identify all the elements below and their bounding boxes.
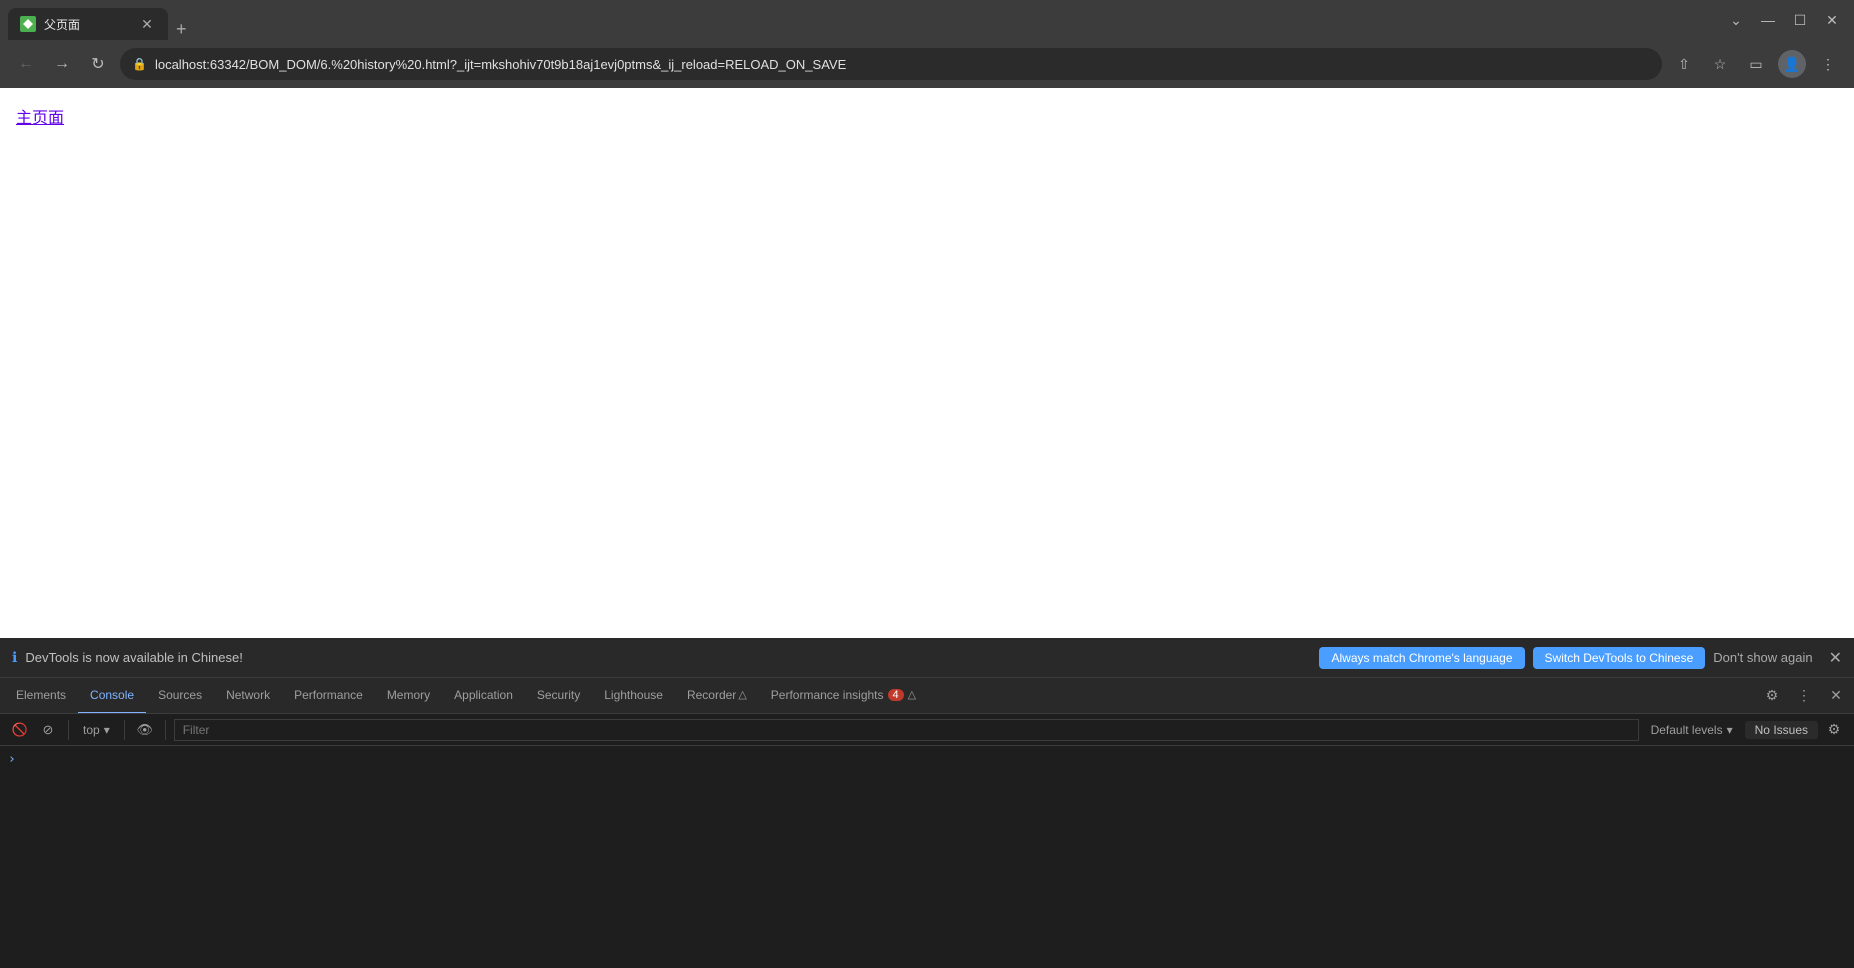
new-tab-button[interactable]: + — [168, 19, 195, 40]
prompt-arrow-icon: › — [8, 752, 16, 767]
lock-icon: 🔒 — [132, 57, 147, 71]
devtools-more-button[interactable]: ⋮ — [1790, 682, 1818, 710]
tab-performance[interactable]: Performance — [282, 678, 375, 714]
sidebar-button[interactable]: ▭ — [1742, 50, 1770, 78]
window-controls: ⌄ — ☐ ✕ — [1722, 6, 1846, 34]
close-button[interactable]: ✕ — [1818, 6, 1846, 34]
tab-area: 父页面 ✕ + — [8, 0, 1718, 40]
console-prompt[interactable]: › — [0, 750, 1854, 769]
tab-close-button[interactable]: ✕ — [138, 15, 156, 33]
menu-button[interactable]: ⋮ — [1814, 50, 1842, 78]
reload-button[interactable]: ↻ — [84, 50, 112, 78]
minimize-button[interactable]: — — [1754, 6, 1782, 34]
tab-application[interactable]: Application — [442, 678, 525, 714]
forward-button[interactable]: → — [48, 50, 76, 78]
eye-icon[interactable]: 👁 — [133, 718, 157, 742]
url-bar[interactable]: 🔒 localhost:63342/BOM_DOM/6.%20history%2… — [120, 48, 1662, 80]
notification-bar: ℹ DevTools is now available in Chinese! … — [0, 638, 1854, 678]
context-label: top — [83, 723, 100, 737]
tab-memory[interactable]: Memory — [375, 678, 442, 714]
notification-text: DevTools is now available in Chinese! — [25, 650, 1311, 665]
share-button[interactable]: ⇧ — [1670, 50, 1698, 78]
match-language-button[interactable]: Always match Chrome's language — [1319, 647, 1524, 669]
toolbar-divider — [68, 720, 69, 740]
tab-recorder[interactable]: Recorder △ — [675, 678, 759, 714]
tab-console[interactable]: Console — [78, 678, 146, 714]
bookmark-button[interactable]: ☆ — [1706, 50, 1734, 78]
address-bar: ← → ↻ 🔒 localhost:63342/BOM_DOM/6.%20his… — [0, 40, 1854, 88]
devtools-close-button[interactable]: ✕ — [1822, 682, 1850, 710]
devtools-settings-button[interactable]: ⚙ — [1758, 682, 1786, 710]
maximize-button[interactable]: ☐ — [1786, 6, 1814, 34]
back-button[interactable]: ← — [12, 50, 40, 78]
tab-lighthouse[interactable]: Lighthouse — [592, 678, 675, 714]
console-toolbar: 🚫 ⊘ top ▾ 👁 Default levels ▾ No Issues ⚙ — [0, 714, 1854, 746]
switch-chinese-button[interactable]: Switch DevTools to Chinese — [1533, 647, 1706, 669]
levels-dropdown-icon: ▾ — [1727, 723, 1733, 737]
no-issues-badge[interactable]: No Issues — [1745, 721, 1818, 739]
filter-button[interactable]: ⊘ — [36, 718, 60, 742]
page-content: 主页面 — [0, 88, 1854, 638]
info-icon: ℹ — [12, 649, 17, 666]
filter-input[interactable] — [174, 719, 1639, 741]
tab-sources[interactable]: Sources — [146, 678, 214, 714]
url-text: localhost:63342/BOM_DOM/6.%20history%20.… — [155, 57, 1650, 72]
context-selector[interactable]: top ▾ — [77, 721, 116, 739]
devtools-tabs: Elements Console Sources Network Perform… — [0, 678, 1854, 714]
devtools-panel: ℹ DevTools is now available in Chinese! … — [0, 638, 1854, 968]
console-area[interactable]: › — [0, 746, 1854, 968]
dont-show-again-button[interactable]: Don't show again — [1713, 650, 1812, 665]
tab-favicon — [20, 16, 36, 32]
browser-window: 父页面 ✕ + ⌄ — ☐ ✕ ← → ↻ 🔒 localhost:63342/… — [0, 0, 1854, 968]
profile-button[interactable]: 👤 — [1778, 50, 1806, 78]
clear-console-button[interactable]: 🚫 — [8, 718, 32, 742]
context-dropdown-icon: ▾ — [104, 723, 110, 737]
performance-insights-badge: 4 — [888, 689, 904, 701]
toolbar-divider-3 — [165, 720, 166, 740]
tab-performance-insights[interactable]: Performance insights 4 △ — [759, 678, 928, 714]
browser-tab[interactable]: 父页面 ✕ — [8, 8, 168, 40]
devtools-tab-icons: ⚙ ⋮ ✕ — [1758, 682, 1850, 710]
toolbar-divider-2 — [124, 720, 125, 740]
tab-security[interactable]: Security — [525, 678, 592, 714]
default-levels-dropdown[interactable]: Default levels ▾ — [1643, 721, 1741, 739]
title-bar: 父页面 ✕ + ⌄ — ☐ ✕ — [0, 0, 1854, 40]
tab-elements[interactable]: Elements — [4, 678, 78, 714]
tab-title: 父页面 — [44, 16, 130, 33]
notification-close-button[interactable]: ✕ — [1829, 648, 1842, 668]
issues-settings-button[interactable]: ⚙ — [1822, 718, 1846, 742]
tab-network[interactable]: Network — [214, 678, 282, 714]
main-page-link[interactable]: 主页面 — [16, 110, 64, 127]
dropdown-button[interactable]: ⌄ — [1722, 6, 1750, 34]
